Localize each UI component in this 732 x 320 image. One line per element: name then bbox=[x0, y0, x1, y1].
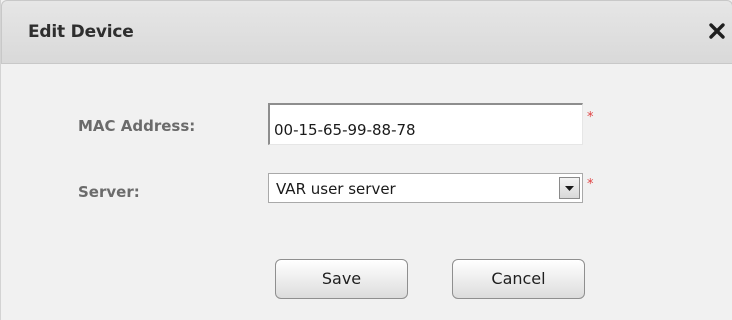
dialog-titlebar: Edit Device bbox=[1, 0, 732, 64]
dialog-title: Edit Device bbox=[28, 22, 134, 42]
mac-address-input[interactable] bbox=[268, 103, 583, 145]
chevron-down-icon[interactable] bbox=[559, 177, 580, 199]
server-select[interactable]: VAR user server bbox=[268, 173, 583, 203]
mac-address-label: MAC Address: bbox=[78, 117, 196, 135]
save-button[interactable]: Save bbox=[275, 259, 408, 299]
cancel-button[interactable]: Cancel bbox=[452, 259, 585, 299]
required-asterisk: * bbox=[587, 110, 594, 125]
required-asterisk: * bbox=[587, 177, 594, 192]
edit-device-dialog: Edit Device MAC Address: * Server: VAR u… bbox=[0, 0, 732, 320]
server-label: Server: bbox=[78, 183, 140, 201]
close-icon[interactable] bbox=[707, 21, 727, 41]
server-select-value: VAR user server bbox=[276, 180, 396, 198]
